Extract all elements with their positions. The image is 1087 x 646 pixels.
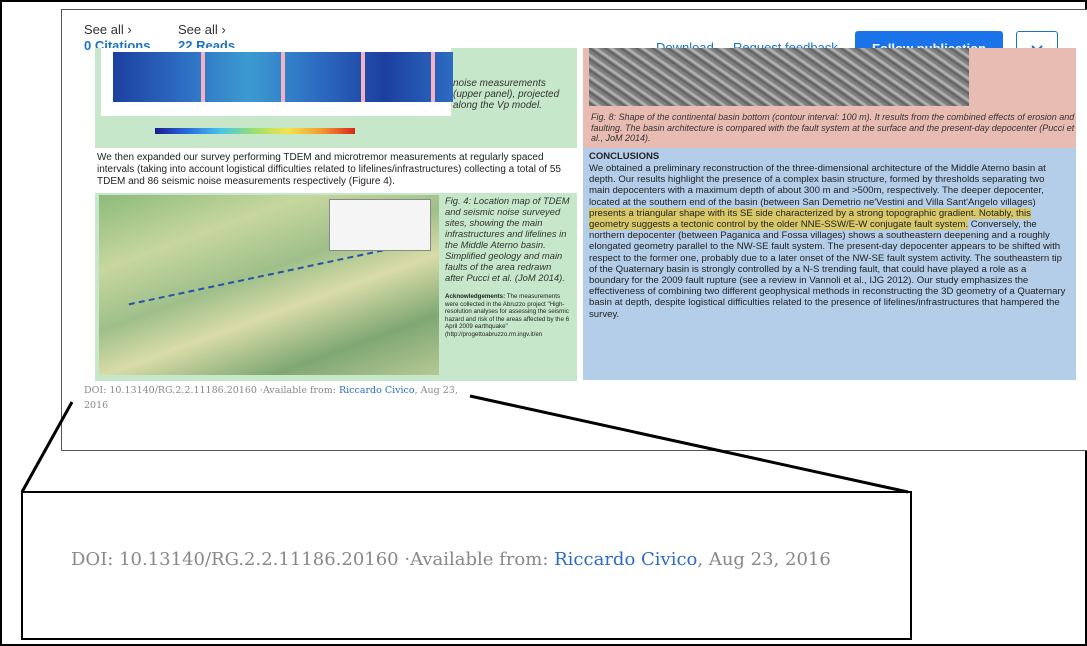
poster-preview: noise measurements (upper panel), projec… <box>95 48 1076 381</box>
doi-prefix-zoomed: DOI: 10.13140/RG.2.2.11186.20160 ·Availa… <box>71 549 555 570</box>
fig4-panel: Fig. 4: Location map of TDEM and seismic… <box>95 193 577 381</box>
reads-see-all-link[interactable]: See all › <box>178 22 235 38</box>
river-line <box>128 247 400 335</box>
location-map-image <box>99 195 439 375</box>
doi-line: DOI: 10.13140/RG.2.2.11186.20160 ·Availa… <box>84 383 484 413</box>
conclusions-part2: Conversely, the northern depocenter (bet… <box>589 219 1066 320</box>
doi-suffix-zoomed: , Aug 23, 2016 <box>697 549 831 570</box>
measurement-marker <box>201 52 205 102</box>
conclusions-text: We obtained a preliminary reconstruction… <box>589 163 1067 320</box>
vp-model-figure <box>101 48 453 116</box>
measurement-marker <box>281 52 285 102</box>
doi-prefix: DOI: 10.13140/RG.2.2.11186.20160 ·Availa… <box>84 385 339 396</box>
conclusions-highlight: presents a triangular shape with its SE … <box>589 207 1031 231</box>
vp-caption: noise measurements (upper panel), projec… <box>453 78 560 111</box>
author-link-zoomed[interactable]: Riccardo Civico <box>554 549 697 570</box>
conclusions-part1: We obtained a preliminary reconstruction… <box>589 163 1046 208</box>
fig4-caption: Fig. 4: Location map of TDEM and seismic… <box>445 195 570 283</box>
survey-paragraph: We then expanded our survey performing T… <box>97 152 561 187</box>
vp-model-panel: noise measurements (upper panel), projec… <box>95 48 577 148</box>
author-link[interactable]: Riccardo Civico <box>339 385 415 396</box>
map-legend <box>329 199 431 251</box>
measurement-marker <box>431 52 435 102</box>
measurement-marker <box>361 52 365 102</box>
fig8-panel: Fig. 8: Shape of the continental basin b… <box>583 48 1076 148</box>
acknowledgements: Acknowledgements: The measurements were … <box>445 293 570 338</box>
zoom-callout: DOI: 10.13140/RG.2.2.11186.20160 ·Availa… <box>21 491 912 640</box>
fig8-caption: Fig. 8: Shape of the continental basin b… <box>591 112 1075 143</box>
acknowledgements-text: The measurements were collected in the A… <box>445 293 570 338</box>
citations-see-all-link[interactable]: See all › <box>84 22 150 38</box>
doi-line-zoomed: DOI: 10.13140/RG.2.2.11186.20160 ·Availa… <box>71 543 831 576</box>
conclusions-panel: CONCLUSIONS We obtained a preliminary re… <box>583 148 1076 380</box>
acknowledgements-label: Acknowledgements: <box>445 293 506 300</box>
vp-colorbar <box>155 128 355 134</box>
conclusions-title: CONCLUSIONS <box>589 151 660 162</box>
basin-map-image <box>589 48 969 106</box>
